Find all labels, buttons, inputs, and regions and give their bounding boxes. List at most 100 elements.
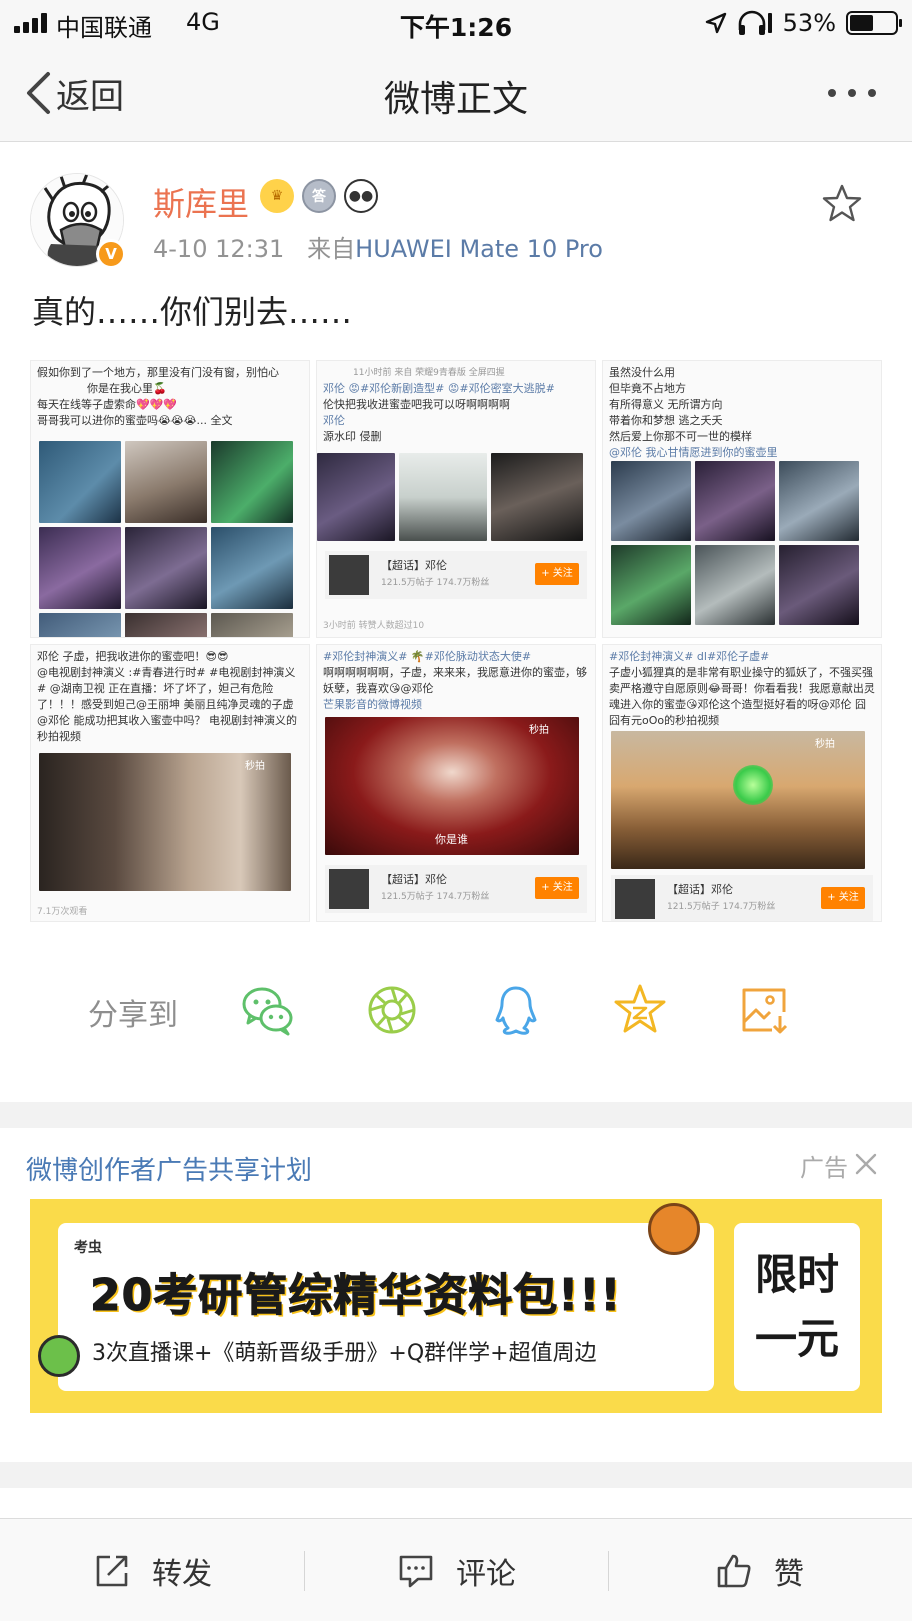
post-image-5[interactable]: #邓伦封神演义# 🌴#邓伦脉动状态大使# 啊啊啊啊啊啊，子虚，来来来，我愿意进你… — [316, 644, 596, 922]
image-caption: #邓伦封神演义# dl#邓伦子虚# 子虚小狐狸真的是非常有职业操守的狐妖了，不强… — [609, 649, 875, 729]
card-title: 【超话】邓伦 — [667, 883, 733, 896]
photo-thumbnail — [125, 527, 207, 609]
photo-thumbnail — [695, 461, 775, 541]
close-icon[interactable] — [854, 1152, 878, 1176]
comment-button[interactable]: 评论 — [398, 1549, 516, 1593]
supertopic-card[interactable]: 【超话】邓伦 121.5万帖子 174.7万粉丝 + 关注 — [611, 875, 873, 921]
photo-thumbnail — [491, 453, 583, 541]
ad-side-panel: 限时 一元 — [734, 1223, 860, 1391]
comment-label: 评论 — [456, 1557, 516, 1592]
like-label: 赞 — [774, 1557, 804, 1592]
photo-thumbnail — [695, 545, 775, 625]
post-image-3[interactable]: 虽然没什么用 但毕竟不占地方 有所得意义 无所谓方向 带着你和梦想 逃之夭夭 然… — [602, 360, 882, 638]
comment-icon — [399, 1555, 433, 1588]
card-thumbnail — [329, 555, 369, 595]
like-button[interactable]: 赞 — [716, 1549, 804, 1593]
follow-button[interactable]: + 关注 — [535, 563, 579, 585]
caption-line: 有所得意义 无所谓方向 — [609, 398, 723, 411]
caption-line: #邓伦封神演义# dl#邓伦子虚# — [609, 650, 770, 663]
medal-icon[interactable]: 答 — [302, 179, 336, 213]
moments-icon[interactable] — [364, 982, 420, 1038]
user-badges: ♛ 答 ●● — [260, 179, 378, 213]
photo-thumbnail — [611, 461, 691, 541]
photo-thumbnail — [39, 441, 121, 523]
follow-button[interactable]: + 关注 — [535, 877, 579, 899]
card-thumbnail — [329, 869, 369, 909]
qq-icon[interactable] — [488, 982, 544, 1038]
ad-label: 广告 — [800, 1154, 848, 1182]
photo-thumbnail — [317, 453, 395, 541]
photo-thumbnail — [399, 453, 487, 541]
ad-banner[interactable]: 考虫 20考研管综精华资料包!!! 3次直播课+《萌新晋级手册》+Q群伴学+超值… — [30, 1199, 882, 1413]
image-footer: 7.1万次观看 — [37, 907, 88, 917]
supertopic-card[interactable]: 【超话】邓伦 121.5万帖子 174.7万粉丝 + 关注 — [325, 865, 587, 913]
location-arrow-icon — [705, 12, 726, 34]
ad-decoration-ball — [648, 1203, 700, 1255]
card-stats: 121.5万帖子 174.7万粉丝 — [381, 892, 490, 902]
image-caption: 假如你到了一个地方，那里没有门没有窗，别怕心 你是在我心里🍒 每天在线等子虚索命… — [37, 365, 303, 429]
nav-bar: 返回 微博正文 — [0, 46, 912, 142]
ad-headline: 20考研管综精华资料包!!! — [89, 1270, 622, 1322]
caption-line: 但毕竟不占地方 — [609, 382, 686, 395]
caption-line: 源水印 侵删 — [323, 430, 382, 443]
more-options-icon[interactable] — [822, 76, 882, 110]
supertopic-card[interactable]: 【超话】邓伦 121.5万帖子 174.7万粉丝 + 关注 — [325, 551, 587, 599]
divider — [608, 1551, 609, 1591]
caption-line: 邓伦 — [323, 414, 345, 427]
caption-line: @邓伦 我心甘情愿进到你的蜜壶里 — [609, 446, 778, 459]
photo-thumbnail — [211, 441, 293, 523]
photo-thumbnail — [211, 527, 293, 609]
caption-line: 啊啊啊啊啊啊，子虚，来来来，我愿意进你的蜜壶，够妖孽，我喜欢😘@邓伦 — [323, 666, 587, 695]
caption-line: 你是在我心里🍒 — [87, 382, 167, 395]
card-stats: 121.5万帖子 174.7万粉丝 — [381, 578, 490, 588]
image-caption: 邓伦 子虚，把我收进你的蜜壶吧！😎😎 @电视剧封神演义 :#青春进行时# #电视… — [37, 649, 303, 745]
photo-thumbnail — [779, 461, 859, 541]
caption-line: 假如你到了一个地方，那里没有门没有窗，别怕心 — [37, 366, 279, 379]
battery-icon — [846, 11, 902, 35]
post-date: 4-10 12:31 — [153, 235, 285, 263]
card-stats: 121.5万帖子 174.7万粉丝 — [667, 902, 776, 912]
share-row: 分享到 — [0, 960, 912, 1070]
post-image-2[interactable]: 11小时前 来自 荣耀9青春版 全屏四握 邓伦 😡#邓伦新剧造型# 😡#邓伦密室… — [316, 360, 596, 638]
section-divider — [0, 1102, 912, 1128]
card-thumbnail — [615, 879, 655, 919]
page-title: 微博正文 — [383, 79, 528, 120]
video-tag: 秒拍 — [529, 725, 549, 736]
caption-line: 子虚小狐狸真的是非常有职业操守的狐妖了，不强买强卖严格遵守自愿原则😂哥哥！你看看… — [609, 666, 875, 727]
caption-line: #邓伦封神演义# 🌴#邓伦脉动状态大使# — [323, 650, 532, 663]
caption-line: 带着你和梦想 逃之夭夭 — [609, 414, 723, 427]
share-label: 分享到 — [88, 998, 178, 1033]
post-image-1[interactable]: 假如你到了一个地方，那里没有门没有窗，别怕心 你是在我心里🍒 每天在线等子虚索命… — [30, 360, 310, 638]
post-image-6[interactable]: #邓伦封神演义# dl#邓伦子虚# 子虚小狐狸真的是非常有职业操守的狐妖了，不强… — [602, 644, 882, 922]
caption-line: 然后爱上你那不可一世的模样 — [609, 430, 752, 443]
image-caption: #邓伦封神演义# 🌴#邓伦脉动状态大使# 啊啊啊啊啊啊，子虚，来来来，我愿意进你… — [323, 649, 589, 713]
panda-icon[interactable]: ●● — [344, 179, 378, 213]
caption-line: @电视剧封神演义 :#青春进行时# #电视剧封神演义# @湖南卫视 正在直播：坏… — [37, 666, 297, 743]
caption-line: 邓伦 子虚，把我收进你的蜜壶吧！😎😎 — [37, 650, 229, 663]
card-title: 【超话】邓伦 — [381, 873, 447, 886]
crown-icon[interactable]: ♛ — [260, 179, 294, 213]
source-prefix: 来自 — [307, 235, 356, 263]
thumbs-up-icon — [717, 1554, 751, 1588]
caption-line: 伦快把我收进蜜壶吧我可以呀啊啊啊啊 — [323, 398, 510, 411]
follow-button[interactable]: + 关注 — [821, 887, 865, 909]
green-glow — [733, 765, 773, 805]
video-tag: 秒拍 — [245, 761, 265, 772]
photo-thumbnail — [39, 613, 121, 637]
status-right: 53% — [705, 8, 902, 38]
user-name[interactable]: 斯库里 — [153, 179, 249, 225]
post-image-4[interactable]: 邓伦 子虚，把我收进你的蜜壶吧！😎😎 @电视剧封神演义 :#青春进行时# #电视… — [30, 644, 310, 922]
ad-program-title[interactable]: 微博创作者广告共享计划 — [26, 1150, 312, 1187]
save-image-icon[interactable] — [736, 982, 792, 1038]
favorite-star-icon[interactable] — [822, 183, 862, 223]
verified-badge: V — [96, 239, 126, 269]
repost-button[interactable]: 转发 — [94, 1549, 212, 1593]
caption-top: 11小时前 来自 荣耀9青春版 全屏四握 — [353, 368, 505, 378]
image-caption: 虽然没什么用 但毕竟不占地方 有所得意义 无所谓方向 带着你和梦想 逃之夭夭 然… — [609, 365, 875, 461]
post-source[interactable]: HUAWEI Mate 10 Pro — [355, 235, 603, 263]
headphones-icon — [738, 10, 772, 35]
qzone-icon[interactable] — [612, 982, 668, 1038]
battery-level — [850, 15, 873, 31]
wechat-icon[interactable] — [240, 982, 296, 1038]
caption-line: 每天在线等子虚索命💖💖💖 — [37, 398, 178, 411]
